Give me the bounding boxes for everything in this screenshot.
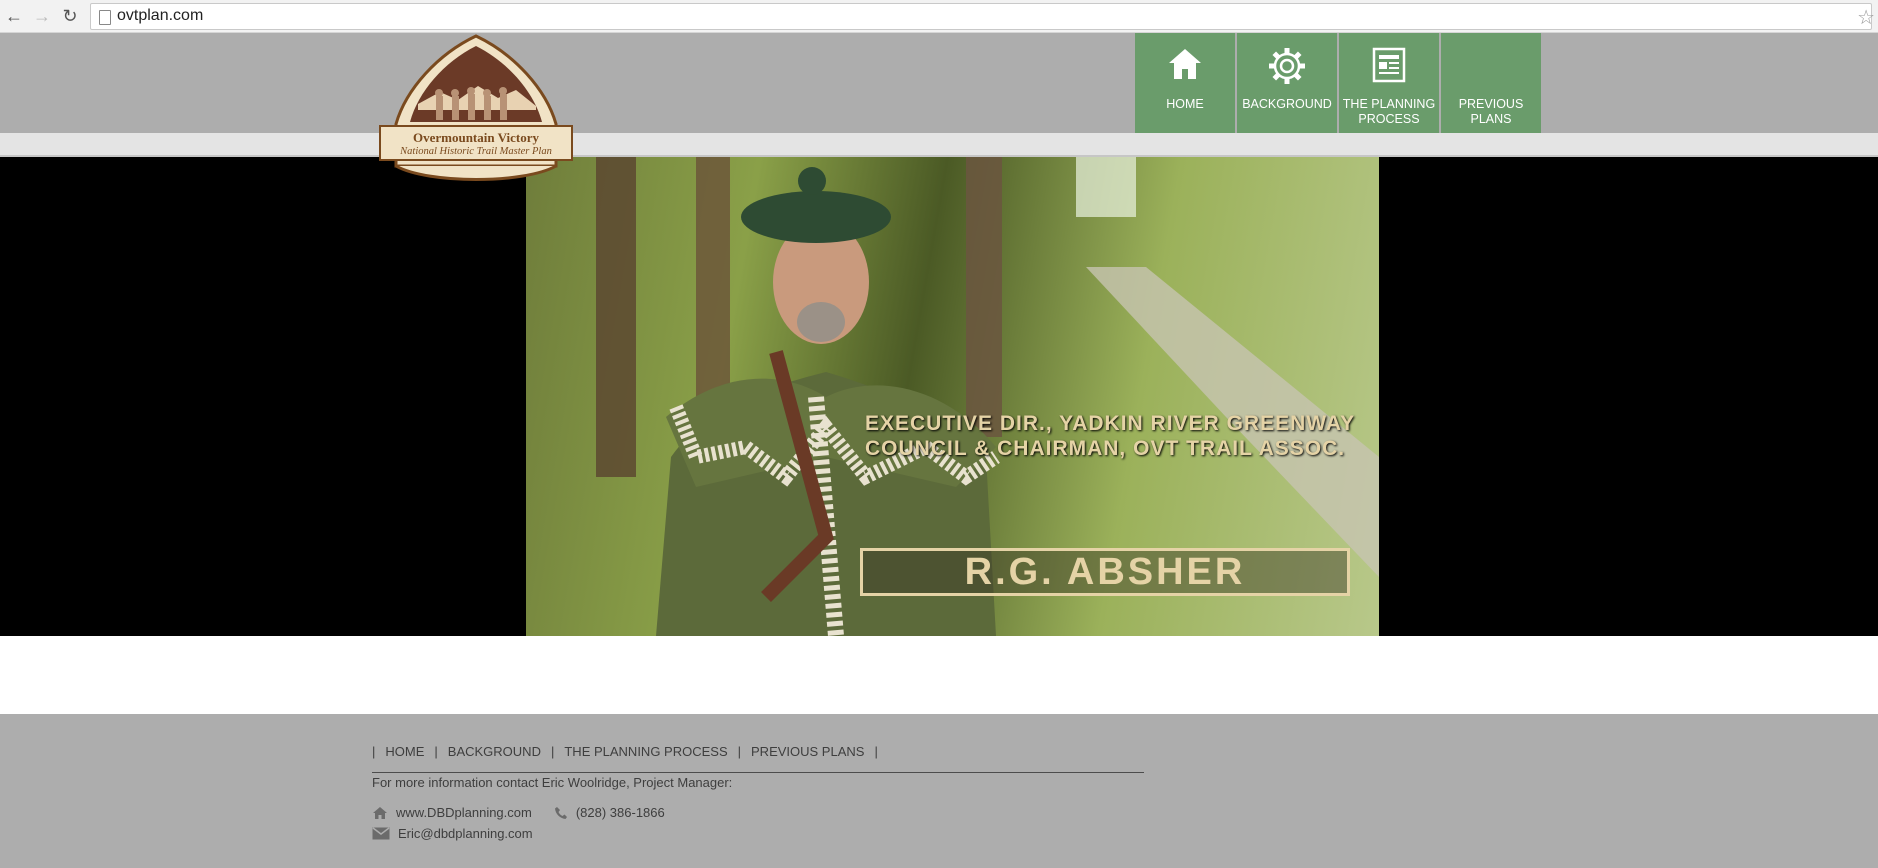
url-text: ovtplan.com bbox=[117, 7, 204, 24]
nav-home[interactable]: HOME bbox=[1135, 33, 1235, 133]
main-nav: HOME BACKGROUND THE PLANNING PROCESS PRE… bbox=[1135, 33, 1541, 133]
video-player[interactable]: EXECUTIVE DIR., YADKIN RIVER GREENWAY CO… bbox=[0, 157, 1878, 636]
nav-background-label: BACKGROUND bbox=[1242, 97, 1332, 111]
video-name-plate: R.G. ABSHER bbox=[860, 548, 1350, 596]
footer-separator: | bbox=[434, 744, 438, 759]
footer-separator: | bbox=[372, 744, 376, 759]
reload-button[interactable]: ↻ bbox=[58, 4, 82, 28]
video-frame[interactable]: EXECUTIVE DIR., YADKIN RIVER GREENWAY CO… bbox=[526, 157, 1379, 636]
nav-background[interactable]: BACKGROUND bbox=[1237, 33, 1337, 133]
footer-link-previous-plans[interactable]: PREVIOUS PLANS bbox=[751, 744, 864, 759]
contact-email-row: Eric@dbdplanning.com bbox=[372, 826, 533, 841]
nav-previous-plans[interactable]: PREVIOUS PLANS bbox=[1441, 33, 1541, 133]
contact-website-row: www.DBDplanning.com (828) 386-1866 bbox=[372, 805, 665, 820]
nav-home-label: HOME bbox=[1166, 97, 1204, 111]
back-button[interactable]: ← bbox=[2, 4, 26, 28]
footer-separator: | bbox=[550, 744, 555, 759]
header-strip bbox=[0, 133, 1878, 157]
envelope-icon bbox=[372, 827, 390, 840]
forward-button[interactable]: → bbox=[30, 4, 54, 28]
nav-planning-process[interactable]: THE PLANNING PROCESS bbox=[1339, 33, 1439, 133]
video-caption-line-1: EXECUTIVE DIR., YADKIN RIVER GREENWAY bbox=[865, 412, 1356, 435]
phone-icon bbox=[554, 806, 567, 819]
page-icon bbox=[99, 10, 111, 25]
site-footer: | HOME | BACKGROUND | THE PLANNING PROCE… bbox=[0, 714, 1878, 868]
nav-planning-process-label: THE PLANNING PROCESS bbox=[1342, 97, 1436, 126]
contact-phone: (828) 386-1866 bbox=[575, 805, 665, 820]
video-caption-line-2: COUNCIL & CHAIRMAN, OVT TRAIL ASSOC. bbox=[865, 437, 1346, 460]
gear-icon bbox=[1237, 47, 1337, 85]
contact-website[interactable]: www.DBDplanning.com bbox=[396, 805, 532, 820]
footer-divider bbox=[372, 772, 1144, 773]
site-logo[interactable]: Overmountain Victory National Historic T… bbox=[378, 34, 574, 184]
contact-note: For more information contact Eric Woolri… bbox=[372, 775, 733, 790]
nav-previous-plans-label: PREVIOUS PLANS bbox=[1458, 97, 1524, 126]
footer-separator: | bbox=[737, 744, 742, 759]
bookmark-star-icon[interactable]: ☆ bbox=[1857, 5, 1875, 30]
footer-nav: | HOME | BACKGROUND | THE PLANNING PROCE… bbox=[372, 744, 888, 759]
footer-link-planning-process[interactable]: THE PLANNING PROCESS bbox=[564, 744, 727, 759]
browser-toolbar: ← → ↻ ovtplan.com ☆ bbox=[0, 0, 1878, 33]
home-icon bbox=[373, 806, 387, 819]
content-spacer bbox=[0, 636, 1878, 714]
address-bar[interactable]: ovtplan.com ☆ bbox=[90, 3, 1875, 30]
logo-subtitle: National Historic Trail Master Plan bbox=[400, 146, 552, 157]
footer-link-background[interactable]: BACKGROUND bbox=[448, 744, 541, 759]
logo-title: Overmountain Victory bbox=[412, 130, 539, 145]
site-header bbox=[0, 33, 1878, 133]
footer-link-home[interactable]: HOME bbox=[385, 744, 424, 759]
home-icon bbox=[1135, 47, 1235, 85]
footer-separator: | bbox=[874, 744, 878, 759]
contact-email[interactable]: Eric@dbdplanning.com bbox=[398, 826, 533, 841]
logo-emblem bbox=[379, 34, 573, 181]
document-icon bbox=[1339, 47, 1439, 85]
